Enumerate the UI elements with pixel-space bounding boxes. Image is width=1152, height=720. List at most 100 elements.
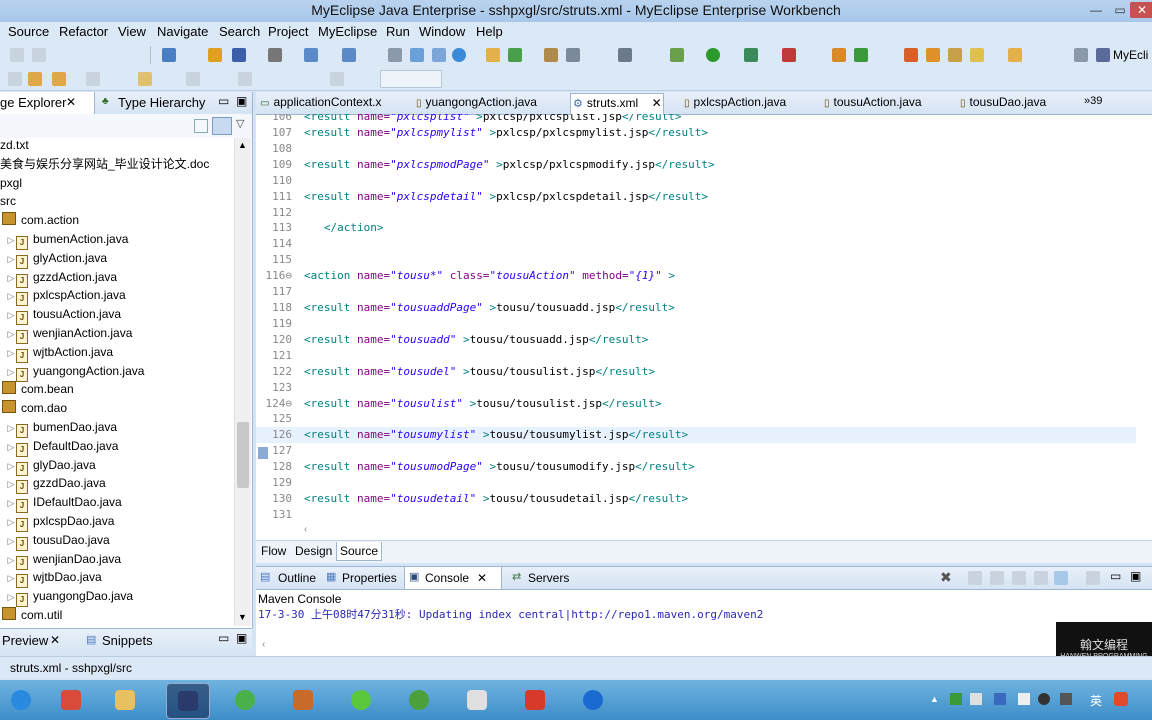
- close-icon[interactable]: ✕: [50, 633, 60, 647]
- package-icon[interactable]: [208, 48, 222, 62]
- code-line[interactable]: 122 <result name="tousudel" >tousu/tousul…: [256, 364, 1136, 380]
- tree-item[interactable]: ▷ JpxlcspAction.java: [0, 286, 234, 307]
- scroll-thumb[interactable]: [237, 422, 249, 488]
- toolbar-combo[interactable]: [380, 70, 442, 88]
- maximize-view-icon[interactable]: ▣: [236, 631, 247, 645]
- prev-edit-icon[interactable]: [8, 72, 22, 86]
- code-line[interactable]: 119: [256, 316, 1136, 332]
- expand-arrow-icon[interactable]: ▷: [6, 438, 16, 457]
- tree-item[interactable]: src: [0, 192, 234, 211]
- minimize-view-icon[interactable]: ▭: [218, 631, 229, 645]
- coverage-icon[interactable]: [744, 48, 758, 62]
- expand-arrow-icon[interactable]: ▷: [6, 513, 16, 532]
- run-icon[interactable]: [706, 48, 720, 62]
- tree-item[interactable]: ▷ JwenjianAction.java: [0, 324, 234, 344]
- tab-tousuaction[interactable]: ▯ tousuAction.java: [822, 95, 942, 114]
- code-line[interactable]: 113 </action>: [256, 220, 1136, 236]
- tab-type-hierarchy[interactable]: Type Hierarchy: [118, 95, 205, 110]
- code-line[interactable]: 109 <result name="pxlcspmodPage" >pxlcsp/…: [256, 157, 1136, 173]
- close-button[interactable]: ✕: [1130, 2, 1152, 18]
- open-type-icon[interactable]: [904, 48, 918, 62]
- display-console-icon[interactable]: [1034, 571, 1048, 585]
- tab-servers[interactable]: Servers: [528, 571, 569, 585]
- tab-source[interactable]: Source: [336, 542, 383, 561]
- tray-language[interactable]: 英: [1090, 692, 1102, 709]
- back-icon[interactable]: [28, 72, 42, 86]
- forward-icon[interactable]: [52, 72, 66, 86]
- tree-item[interactable]: ▷ JyuangongAction.java: [0, 362, 234, 382]
- scroll-left-icon[interactable]: ‹: [304, 524, 307, 535]
- align-icon[interactable]: [238, 72, 252, 86]
- taskbar-ie[interactable]: [0, 683, 42, 717]
- perspective-label[interactable]: MyEcli: [1113, 48, 1148, 62]
- tab-snippets[interactable]: Snippets: [102, 633, 153, 648]
- tab-outline[interactable]: Outline: [278, 571, 316, 585]
- code-line[interactable]: 115: [256, 252, 1136, 268]
- expand-arrow-icon[interactable]: ▷: [6, 250, 16, 269]
- code-line[interactable]: 123: [256, 380, 1136, 396]
- expand-arrow-icon[interactable]: ▷: [6, 569, 16, 588]
- tree-item[interactable]: com.action: [0, 211, 234, 230]
- scroll-lock-icon[interactable]: [968, 571, 982, 585]
- tray-app-icon[interactable]: [970, 693, 982, 705]
- maximize-view-icon[interactable]: ▣: [1130, 569, 1141, 583]
- open-perspective-icon[interactable]: [1074, 48, 1088, 62]
- deploy-icon[interactable]: [304, 48, 318, 62]
- menu-navigate[interactable]: Navigate: [157, 24, 208, 39]
- tray-volume-icon[interactable]: [1018, 693, 1030, 705]
- maximize-view-icon[interactable]: ▣: [236, 94, 247, 108]
- taskbar-app[interactable]: [514, 683, 556, 717]
- debug-icon[interactable]: [670, 48, 684, 62]
- tree-item[interactable]: ▷ JglyAction.java: [0, 249, 234, 269]
- grid-icon[interactable]: [832, 48, 846, 62]
- layout-icon[interactable]: [186, 72, 200, 86]
- expand-arrow-icon[interactable]: ▷: [6, 494, 16, 513]
- code-line[interactable]: 131: [256, 507, 1136, 523]
- code-line[interactable]: 110: [256, 173, 1136, 189]
- tree-item[interactable]: 美食与娱乐分享网站_毕业设计论文.doc: [0, 155, 234, 174]
- code-line[interactable]: 126 <result name="tousumylist" >tousu/tou…: [256, 427, 1136, 444]
- menu-refactor[interactable]: Refactor: [59, 24, 108, 39]
- expand-arrow-icon[interactable]: ▷: [6, 325, 16, 344]
- tree-item[interactable]: ▷ JpxlcspDao.java: [0, 512, 234, 532]
- tab-overflow[interactable]: »39: [1084, 95, 1102, 107]
- pin-console-icon[interactable]: [1012, 571, 1026, 585]
- collapse-all-icon[interactable]: [194, 119, 208, 133]
- annotation-icon[interactable]: [138, 72, 152, 86]
- tab-applicationcontext[interactable]: ▭ applicationContext.x: [258, 95, 408, 114]
- tree-item[interactable]: com.bean: [0, 380, 234, 399]
- code-line[interactable]: 118 <result name="tousuaddPage" >tousu/to…: [256, 300, 1136, 316]
- tray-input-icon[interactable]: [1060, 693, 1072, 705]
- browser-icon[interactable]: [432, 48, 446, 62]
- tab-pxlcspaction[interactable]: ▯ pxlcspAction.java: [682, 95, 810, 114]
- refresh-icon[interactable]: [854, 48, 868, 62]
- monitor-icon[interactable]: [618, 48, 632, 62]
- code-line[interactable]: 127: [256, 443, 1136, 459]
- code-line[interactable]: 106 <result name="pxlcsplist" >pxlcsp/pxl…: [256, 114, 1136, 125]
- tray-expand-icon[interactable]: ▲: [930, 694, 939, 704]
- code-line[interactable]: 129: [256, 475, 1136, 491]
- tray-qq-icon[interactable]: [1038, 693, 1050, 705]
- taskbar-java[interactable]: [456, 683, 498, 717]
- open-task-icon[interactable]: [926, 48, 940, 62]
- scroll-left-icon[interactable]: ‹: [262, 639, 265, 650]
- tab-struts-xml[interactable]: ⚙ struts.xml ✕: [570, 93, 664, 115]
- tray-sogou-icon[interactable]: [1114, 692, 1128, 706]
- tree-item[interactable]: ▷ JgzzdAction.java: [0, 268, 234, 288]
- pencil-icon[interactable]: [970, 48, 984, 62]
- taskbar-explorer[interactable]: [104, 683, 146, 717]
- code-line[interactable]: 111 <result name="pxlcspdetail" >pxlcsp/p…: [256, 189, 1136, 205]
- code-line[interactable]: 112: [256, 205, 1136, 221]
- taskbar-chrome[interactable]: [224, 683, 266, 717]
- bookmark-marker[interactable]: [258, 447, 268, 459]
- tree-scrollbar[interactable]: ▲ ▼: [234, 138, 251, 626]
- taskbar-notepad[interactable]: [50, 683, 92, 717]
- tree-item[interactable]: ▷ JbumenDao.java: [0, 418, 234, 438]
- new-icon[interactable]: [10, 48, 24, 62]
- tab-flow[interactable]: Flow: [258, 544, 289, 558]
- add-icon[interactable]: [508, 48, 522, 62]
- tree-item[interactable]: ▷ JtousuDao.java: [0, 531, 234, 551]
- next-icon[interactable]: [86, 72, 100, 86]
- code-editor[interactable]: 106 <result name="pxlcsplist" >pxlcsp/pxl…: [256, 114, 1152, 534]
- tree-item[interactable]: zd.txt: [0, 138, 234, 155]
